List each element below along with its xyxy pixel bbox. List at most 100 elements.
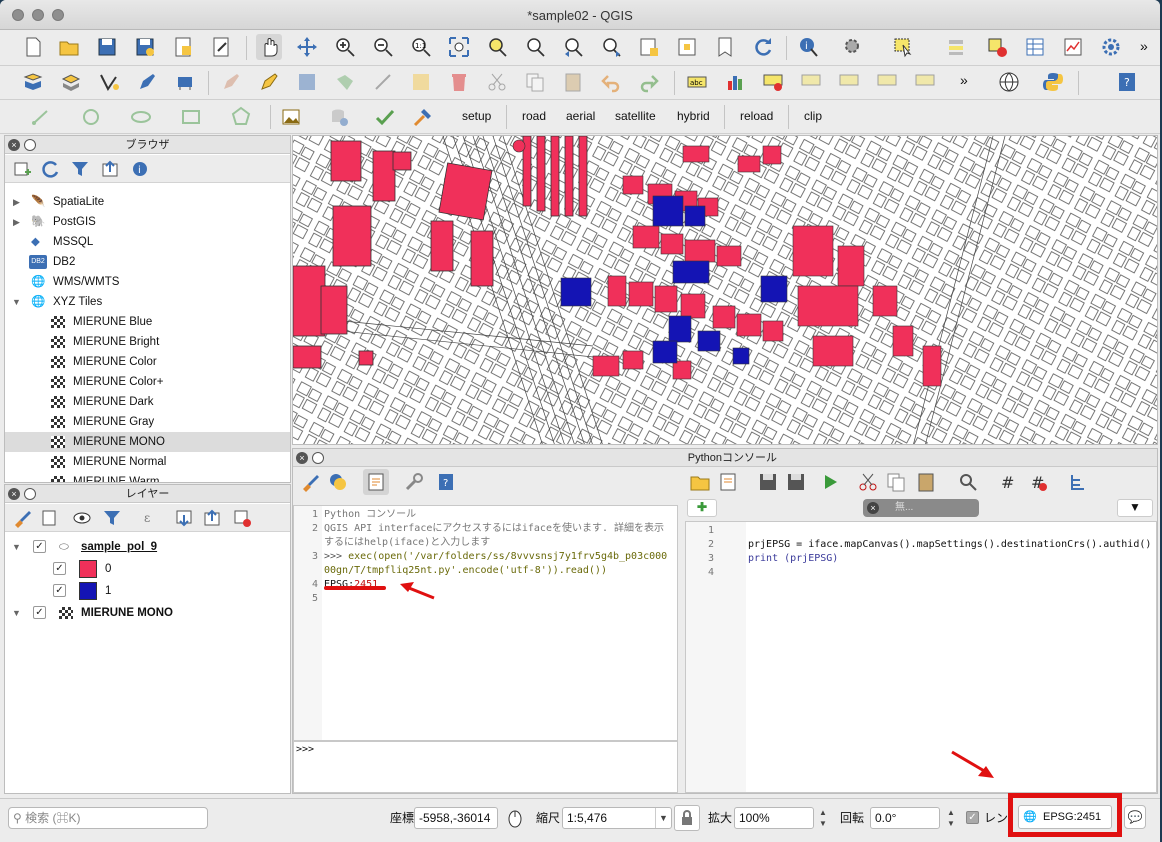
float-panel-icon[interactable] bbox=[24, 139, 36, 151]
hybrid-button[interactable]: hybrid bbox=[677, 109, 710, 123]
aerial-button[interactable]: aerial bbox=[566, 109, 595, 123]
xyz-item[interactable]: MIERUNE Gray bbox=[5, 412, 290, 432]
layer-mierune-mono[interactable]: ▼ ✓ MIERUNE MONO bbox=[5, 603, 290, 623]
clear-console-brush-icon[interactable] bbox=[297, 469, 323, 495]
plugin-check-icon[interactable] bbox=[372, 104, 398, 130]
attribute-table-select-icon[interactable] bbox=[944, 34, 970, 60]
browser-item-db2[interactable]: DB2 DB2 bbox=[5, 252, 290, 272]
open-project-button[interactable] bbox=[56, 34, 82, 60]
save-project-button[interactable] bbox=[94, 34, 120, 60]
pan-to-selection-icon[interactable] bbox=[294, 34, 320, 60]
browser-item-spatialite[interactable]: ▶ 🪶 SpatiaLite bbox=[5, 192, 290, 212]
paste-features-icon[interactable] bbox=[560, 69, 586, 95]
magnifier-spinner[interactable]: ▲ ▼ bbox=[816, 807, 830, 829]
layer-filter-icon[interactable] bbox=[99, 505, 125, 531]
open-script-icon[interactable] bbox=[687, 469, 713, 495]
help-icon[interactable]: ? bbox=[1114, 69, 1140, 95]
magnifier-field[interactable]: 100% bbox=[734, 807, 814, 829]
new-print-layout-button[interactable] bbox=[170, 34, 196, 60]
remove-layer-icon[interactable] bbox=[229, 505, 255, 531]
xyz-item[interactable]: MIERUNE Dark bbox=[5, 392, 290, 412]
browser-refresh-icon[interactable] bbox=[37, 156, 63, 182]
visibility-eye-icon[interactable] bbox=[69, 505, 95, 531]
close-panel-icon[interactable]: × bbox=[8, 488, 20, 500]
map-canvas[interactable] bbox=[292, 135, 1158, 445]
copy-features-icon[interactable] bbox=[522, 69, 548, 95]
reload-button[interactable]: reload bbox=[740, 109, 773, 123]
new-layer-icon[interactable] bbox=[58, 69, 84, 95]
expand-all-icon[interactable] bbox=[171, 505, 197, 531]
identify-features-icon[interactable]: i bbox=[796, 34, 822, 60]
cut-features-icon[interactable] bbox=[484, 69, 510, 95]
zoom-native-icon[interactable]: 1:1 bbox=[408, 34, 434, 60]
run-script-play-icon[interactable] bbox=[817, 469, 843, 495]
open-in-editor-icon[interactable] bbox=[715, 469, 741, 495]
add-ellipse-icon[interactable] bbox=[128, 104, 154, 130]
add-line-icon[interactable] bbox=[28, 104, 54, 130]
layer-visibility-checkbox[interactable]: ✓ bbox=[33, 540, 46, 553]
xyz-item[interactable]: MIERUNE Color bbox=[5, 352, 290, 372]
zoom-in-icon[interactable] bbox=[332, 34, 358, 60]
deselect-icon[interactable] bbox=[984, 34, 1010, 60]
select-features-icon[interactable] bbox=[890, 34, 916, 60]
info-icon[interactable]: i bbox=[127, 156, 153, 182]
globe-plugin-icon[interactable] bbox=[996, 69, 1022, 95]
zoom-layer-icon[interactable] bbox=[522, 34, 548, 60]
highlight-pinned-icon[interactable] bbox=[798, 69, 824, 95]
data-source-manager-icon[interactable] bbox=[20, 69, 46, 95]
filter-expression-icon[interactable]: ε bbox=[139, 505, 165, 531]
setup-button[interactable]: setup bbox=[462, 109, 491, 123]
add-regular-polygon-icon[interactable] bbox=[228, 104, 254, 130]
pin-labels-icon[interactable] bbox=[760, 69, 786, 95]
rotation-spinner[interactable]: ▲ ▼ bbox=[944, 807, 958, 829]
messages-bubble-icon[interactable]: 💬 bbox=[1124, 805, 1146, 829]
collapse-all-layers-icon[interactable] bbox=[199, 505, 225, 531]
new-map-view-icon[interactable] bbox=[636, 34, 662, 60]
zoom-last-icon[interactable] bbox=[560, 34, 586, 60]
cut-icon[interactable] bbox=[855, 469, 881, 495]
scale-combobox[interactable]: 1:5,476 ▼ bbox=[562, 807, 672, 829]
settings-gear-icon[interactable] bbox=[1098, 34, 1124, 60]
coordinate-field[interactable]: -5958,-36014 bbox=[414, 807, 498, 829]
save-script-icon[interactable] bbox=[755, 469, 781, 495]
uncomment-hash-icon[interactable]: # bbox=[1025, 469, 1051, 495]
close-panel-icon[interactable]: × bbox=[296, 452, 308, 464]
coordinate-toggle-mouse-icon[interactable] bbox=[502, 805, 528, 831]
digitize-pencil-icon[interactable] bbox=[134, 69, 160, 95]
toggle-editing-pencil-icon[interactable] bbox=[256, 69, 282, 95]
layout-manager-button[interactable] bbox=[208, 34, 234, 60]
xyz-item[interactable]: MIERUNE Color+ bbox=[5, 372, 290, 392]
add-circle-icon[interactable] bbox=[78, 104, 104, 130]
close-panel-icon[interactable]: × bbox=[8, 139, 20, 151]
undo-icon[interactable] bbox=[598, 69, 624, 95]
database-icon[interactable] bbox=[326, 104, 352, 130]
zoom-next-icon[interactable] bbox=[598, 34, 624, 60]
run-python-icon[interactable] bbox=[325, 469, 351, 495]
xyz-item[interactable]: MIERUNE Bright bbox=[5, 332, 290, 352]
layer-group-sample-pol-9[interactable]: ▼ ✓ ⬭ sample_pol_9 bbox=[5, 537, 290, 557]
diagram-icon[interactable] bbox=[722, 69, 748, 95]
tab-list-dropdown-icon[interactable]: ▼ bbox=[1117, 499, 1153, 517]
delete-selected-icon[interactable] bbox=[446, 69, 472, 95]
gps-icon[interactable] bbox=[172, 69, 198, 95]
vertex-tool-icon[interactable] bbox=[96, 69, 122, 95]
console-settings-wrench-icon[interactable] bbox=[401, 469, 427, 495]
new-tab-plus-icon[interactable]: ✚ bbox=[687, 499, 717, 517]
toolbar-overflow-icon[interactable]: » bbox=[1140, 38, 1148, 54]
move-label-icon[interactable] bbox=[874, 69, 900, 95]
xyz-item[interactable]: MIERUNE Warm bbox=[5, 472, 290, 482]
editor-tab[interactable]: × 無... bbox=[863, 499, 979, 517]
add-layer-icon[interactable] bbox=[9, 156, 35, 182]
modify-attributes-icon[interactable] bbox=[408, 69, 434, 95]
road-button[interactable]: road bbox=[522, 109, 546, 123]
layer-class-0[interactable]: ✓ 0 bbox=[5, 559, 290, 579]
browser-item-postgis[interactable]: ▶ 🐘 PostGIS bbox=[5, 212, 290, 232]
zoom-full-icon[interactable] bbox=[446, 34, 472, 60]
browser-item-wms[interactable]: 🌐 WMS/WMTS bbox=[5, 272, 290, 292]
show-editor-icon[interactable] bbox=[363, 469, 389, 495]
pan-hand-icon[interactable] bbox=[256, 34, 282, 60]
find-magnifier-icon[interactable] bbox=[955, 469, 981, 495]
vertex-tool-2-icon[interactable] bbox=[370, 69, 396, 95]
style-brush-icon[interactable] bbox=[9, 505, 35, 531]
save-script-as-icon[interactable] bbox=[783, 469, 809, 495]
